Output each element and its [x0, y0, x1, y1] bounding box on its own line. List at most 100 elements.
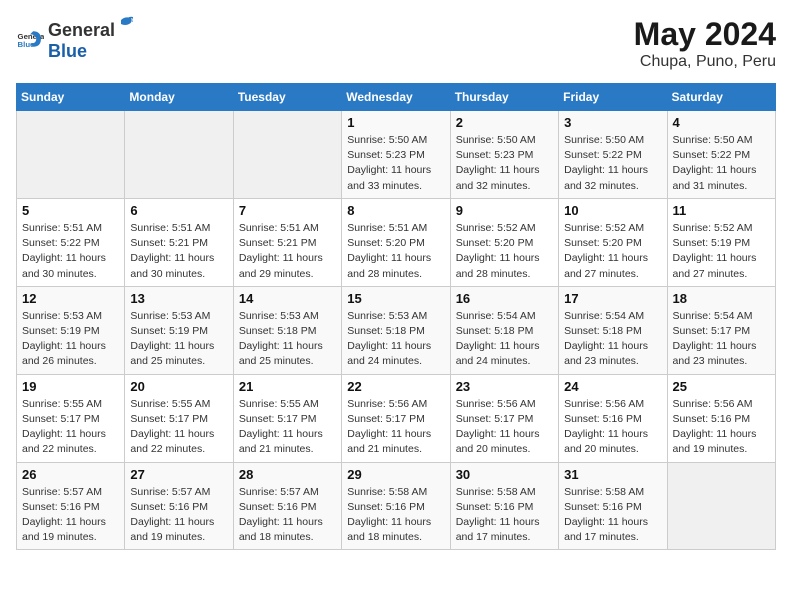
day-number: 8 [347, 203, 444, 218]
calendar-day-cell: 25 Sunrise: 5:56 AM Sunset: 5:16 PM Dayli… [667, 374, 775, 462]
day-number: 14 [239, 291, 336, 306]
logo-bird-icon [115, 16, 133, 36]
calendar-day-cell: 26 Sunrise: 5:57 AM Sunset: 5:16 PM Dayli… [17, 462, 125, 550]
day-number: 30 [456, 467, 553, 482]
weekday-header: Monday [125, 84, 233, 111]
calendar-day-cell: 29Sunrise: 5:58 AM Sunset: 5:16 PM Dayli… [342, 462, 450, 550]
day-info: Sunrise: 5:56 AM Sunset: 5:17 PM Dayligh… [456, 397, 553, 458]
weekday-header: Saturday [667, 84, 775, 111]
calendar-day-cell: 1 Sunrise: 5:50 AM Sunset: 5:23 PM Daylig… [342, 111, 450, 199]
calendar-week-row: 12 Sunrise: 5:53 AM Sunset: 5:19 PM Dayli… [17, 286, 776, 374]
day-number: 29 [347, 467, 444, 482]
day-number: 31 [564, 467, 661, 482]
calendar-week-row: 26 Sunrise: 5:57 AM Sunset: 5:16 PM Dayli… [17, 462, 776, 550]
calendar-body: 1 Sunrise: 5:50 AM Sunset: 5:23 PM Daylig… [17, 111, 776, 550]
calendar-day-cell: 12 Sunrise: 5:53 AM Sunset: 5:19 PM Dayli… [17, 286, 125, 374]
day-number: 19 [22, 379, 119, 394]
day-info: Sunrise: 5:51 AM Sunset: 5:21 PM Dayligh… [239, 221, 336, 282]
day-info: Sunrise: 5:55 AM Sunset: 5:17 PM Dayligh… [130, 397, 227, 458]
logo-general-text: General [48, 20, 115, 41]
day-info: Sunrise: 5:51 AM Sunset: 5:21 PM Dayligh… [130, 221, 227, 282]
day-info: Sunrise: 5:53 AM Sunset: 5:18 PM Dayligh… [347, 309, 444, 370]
day-info: Sunrise: 5:55 AM Sunset: 5:17 PM Dayligh… [22, 397, 119, 458]
day-number: 25 [673, 379, 770, 394]
day-number: 1 [347, 115, 444, 130]
calendar-day-cell: 24 Sunrise: 5:56 AM Sunset: 5:16 PM Dayli… [559, 374, 667, 462]
logo-blue-text: Blue [48, 41, 133, 62]
page-title: May 2024 [634, 16, 776, 53]
day-number: 18 [673, 291, 770, 306]
logo-icon: General Blue [16, 25, 44, 53]
calendar-week-row: 5 Sunrise: 5:51 AM Sunset: 5:22 PM Daylig… [17, 198, 776, 286]
day-number: 24 [564, 379, 661, 394]
calendar-day-cell [17, 111, 125, 199]
day-info: Sunrise: 5:55 AM Sunset: 5:17 PM Dayligh… [239, 397, 336, 458]
day-number: 2 [456, 115, 553, 130]
weekday-header: Thursday [450, 84, 558, 111]
calendar-day-cell: 31 Sunrise: 5:58 AM Sunset: 5:16 PM Dayli… [559, 462, 667, 550]
day-number: 17 [564, 291, 661, 306]
day-number: 13 [130, 291, 227, 306]
day-number: 20 [130, 379, 227, 394]
day-info: Sunrise: 5:52 AM Sunset: 5:20 PM Dayligh… [564, 221, 661, 282]
weekday-header: Friday [559, 84, 667, 111]
calendar-day-cell: 18 Sunrise: 5:54 AM Sunset: 5:17 PM Dayli… [667, 286, 775, 374]
weekday-header: Tuesday [233, 84, 341, 111]
day-info: Sunrise: 5:58 AM Sunset: 5:16 PM Dayligh… [564, 485, 661, 546]
day-info: Sunrise: 5:53 AM Sunset: 5:19 PM Dayligh… [22, 309, 119, 370]
calendar-day-cell: 7Sunrise: 5:51 AM Sunset: 5:21 PM Daylig… [233, 198, 341, 286]
day-info: Sunrise: 5:56 AM Sunset: 5:16 PM Dayligh… [564, 397, 661, 458]
day-info: Sunrise: 5:58 AM Sunset: 5:16 PM Dayligh… [456, 485, 553, 546]
day-info: Sunrise: 5:56 AM Sunset: 5:17 PM Dayligh… [347, 397, 444, 458]
calendar-day-cell: 9Sunrise: 5:52 AM Sunset: 5:20 PM Daylig… [450, 198, 558, 286]
calendar-week-row: 19 Sunrise: 5:55 AM Sunset: 5:17 PM Dayli… [17, 374, 776, 462]
day-info: Sunrise: 5:56 AM Sunset: 5:16 PM Dayligh… [673, 397, 770, 458]
day-number: 16 [456, 291, 553, 306]
calendar-day-cell: 13 Sunrise: 5:53 AM Sunset: 5:19 PM Dayli… [125, 286, 233, 374]
title-block: May 2024 Chupa, Puno, Peru [634, 16, 776, 71]
day-info: Sunrise: 5:51 AM Sunset: 5:20 PM Dayligh… [347, 221, 444, 282]
calendar-day-cell: 10 Sunrise: 5:52 AM Sunset: 5:20 PM Dayli… [559, 198, 667, 286]
day-info: Sunrise: 5:50 AM Sunset: 5:23 PM Dayligh… [347, 133, 444, 194]
calendar-day-cell: 8 Sunrise: 5:51 AM Sunset: 5:20 PM Daylig… [342, 198, 450, 286]
calendar-day-cell: 22Sunrise: 5:56 AM Sunset: 5:17 PM Dayli… [342, 374, 450, 462]
day-number: 4 [673, 115, 770, 130]
page-header: General Blue General Blue May 2024 Chupa… [16, 16, 776, 71]
calendar-day-cell [125, 111, 233, 199]
calendar-week-row: 1 Sunrise: 5:50 AM Sunset: 5:23 PM Daylig… [17, 111, 776, 199]
day-number: 15 [347, 291, 444, 306]
day-info: Sunrise: 5:53 AM Sunset: 5:18 PM Dayligh… [239, 309, 336, 370]
day-info: Sunrise: 5:51 AM Sunset: 5:22 PM Dayligh… [22, 221, 119, 282]
day-info: Sunrise: 5:54 AM Sunset: 5:17 PM Dayligh… [673, 309, 770, 370]
day-info: Sunrise: 5:57 AM Sunset: 5:16 PM Dayligh… [22, 485, 119, 546]
calendar-day-cell: 20 Sunrise: 5:55 AM Sunset: 5:17 PM Dayli… [125, 374, 233, 462]
calendar-header-row: SundayMondayTuesdayWednesdayThursdayFrid… [17, 84, 776, 111]
day-number: 12 [22, 291, 119, 306]
day-info: Sunrise: 5:54 AM Sunset: 5:18 PM Dayligh… [564, 309, 661, 370]
day-number: 5 [22, 203, 119, 218]
calendar-day-cell [667, 462, 775, 550]
day-number: 9 [456, 203, 553, 218]
calendar-day-cell: 17 Sunrise: 5:54 AM Sunset: 5:18 PM Dayli… [559, 286, 667, 374]
day-number: 21 [239, 379, 336, 394]
day-number: 28 [239, 467, 336, 482]
calendar-table: SundayMondayTuesdayWednesdayThursdayFrid… [16, 83, 776, 550]
calendar-day-cell: 21 Sunrise: 5:55 AM Sunset: 5:17 PM Dayli… [233, 374, 341, 462]
calendar-day-cell: 3Sunrise: 5:50 AM Sunset: 5:22 PM Daylig… [559, 111, 667, 199]
day-number: 26 [22, 467, 119, 482]
weekday-header: Sunday [17, 84, 125, 111]
calendar-day-cell: 16Sunrise: 5:54 AM Sunset: 5:18 PM Dayli… [450, 286, 558, 374]
calendar-day-cell: 30 Sunrise: 5:58 AM Sunset: 5:16 PM Dayli… [450, 462, 558, 550]
calendar-day-cell: 28 Sunrise: 5:57 AM Sunset: 5:16 PM Dayli… [233, 462, 341, 550]
svg-text:Blue: Blue [18, 40, 36, 49]
day-info: Sunrise: 5:53 AM Sunset: 5:19 PM Dayligh… [130, 309, 227, 370]
day-info: Sunrise: 5:57 AM Sunset: 5:16 PM Dayligh… [239, 485, 336, 546]
calendar-day-cell: 5 Sunrise: 5:51 AM Sunset: 5:22 PM Daylig… [17, 198, 125, 286]
day-number: 6 [130, 203, 227, 218]
calendar-day-cell: 27Sunrise: 5:57 AM Sunset: 5:16 PM Dayli… [125, 462, 233, 550]
weekday-header: Wednesday [342, 84, 450, 111]
day-info: Sunrise: 5:57 AM Sunset: 5:16 PM Dayligh… [130, 485, 227, 546]
day-number: 10 [564, 203, 661, 218]
day-number: 11 [673, 203, 770, 218]
calendar-day-cell: 15 Sunrise: 5:53 AM Sunset: 5:18 PM Dayli… [342, 286, 450, 374]
